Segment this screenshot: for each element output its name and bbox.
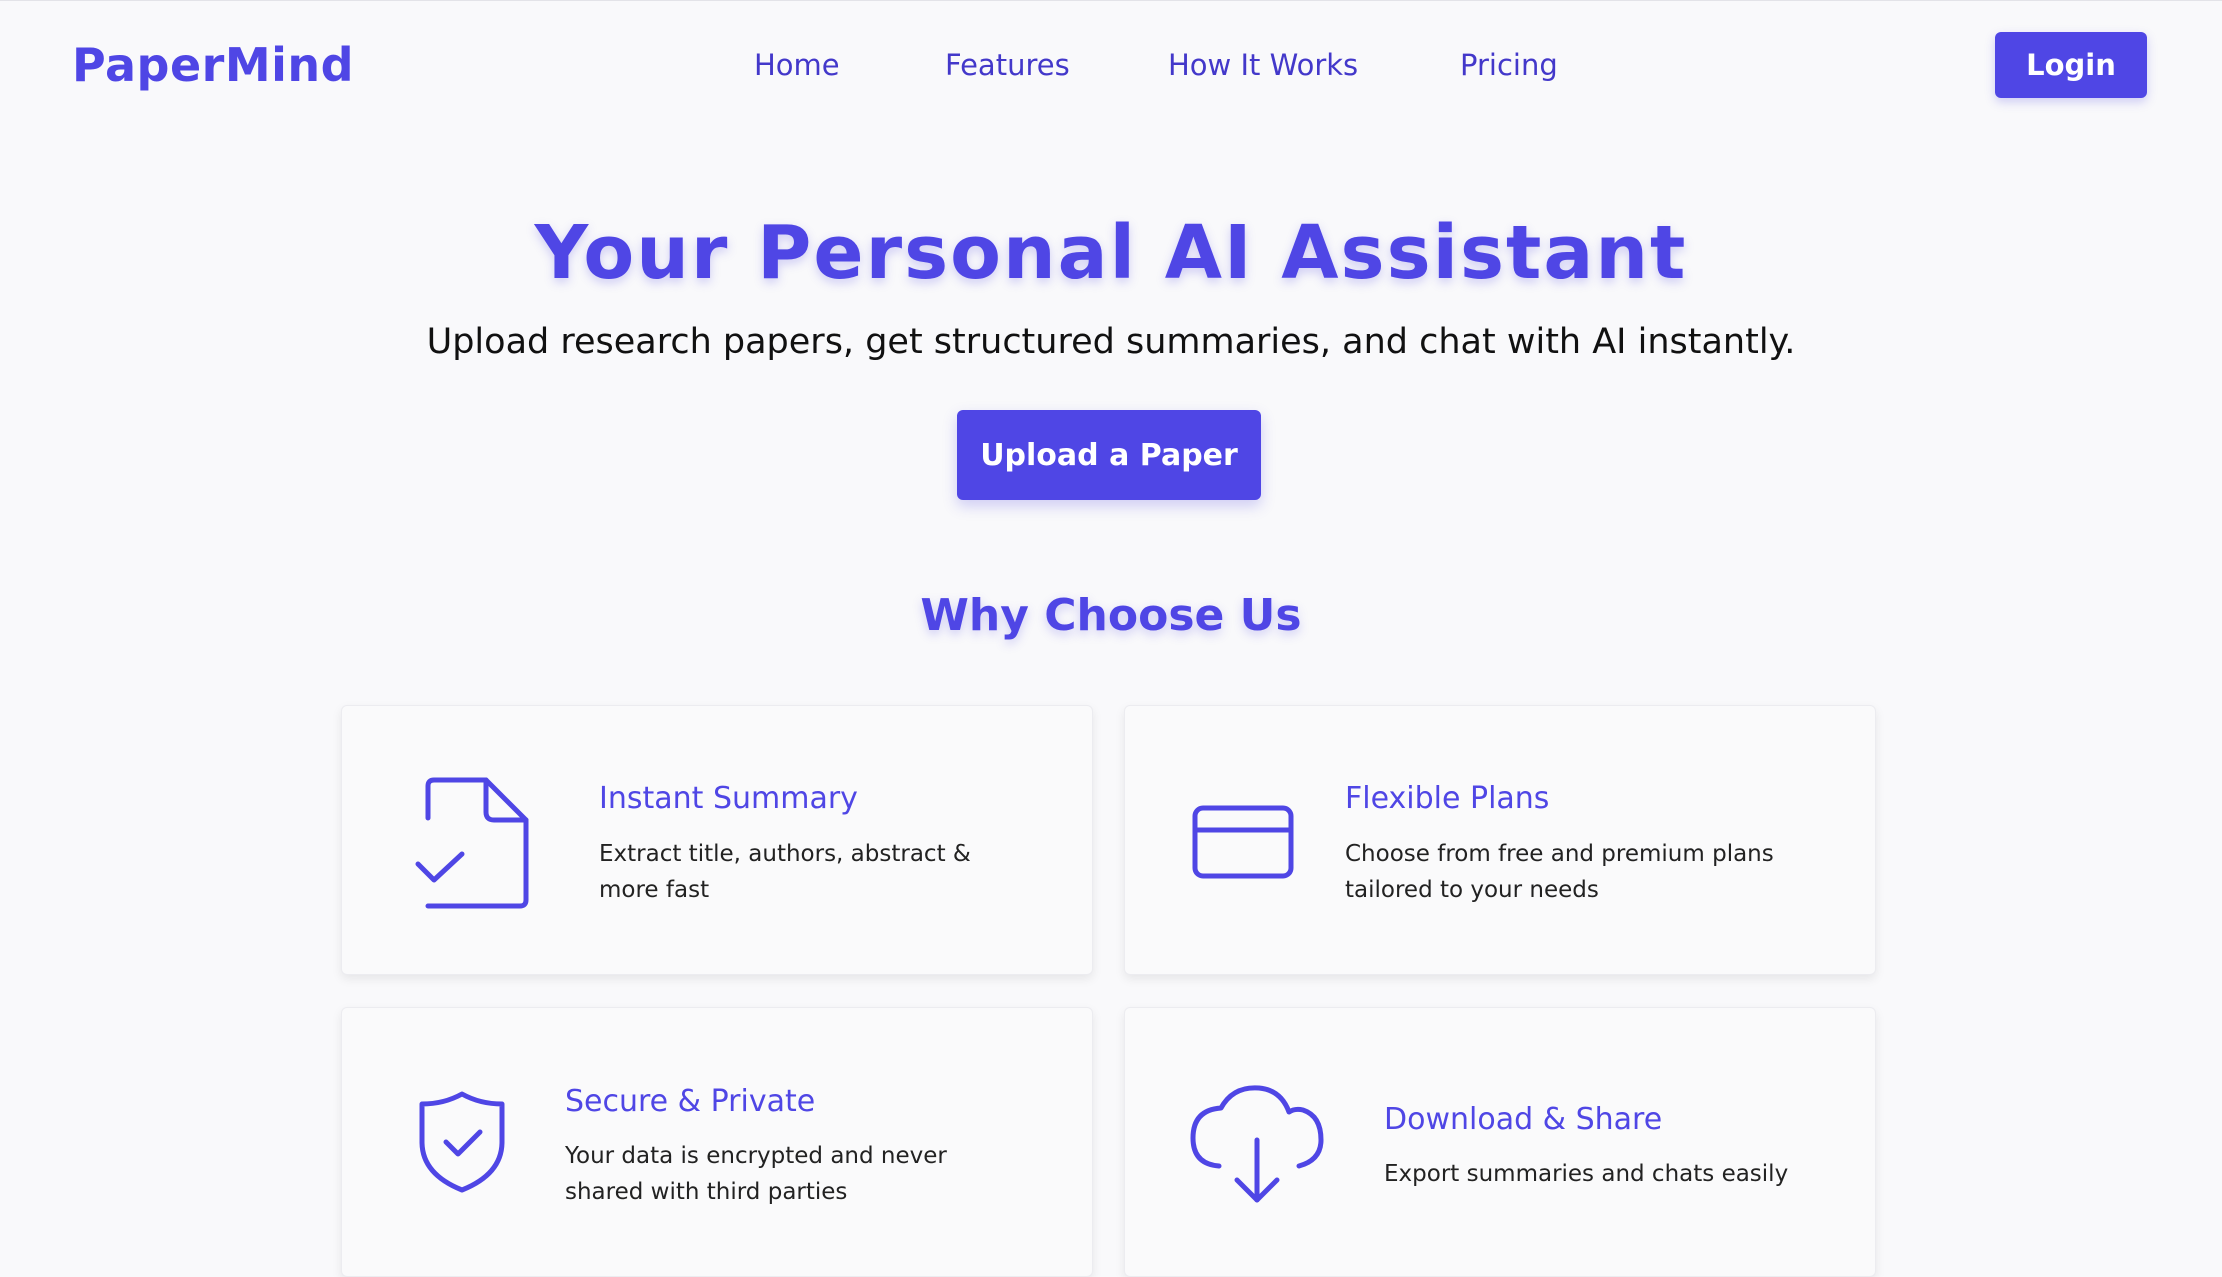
login-button[interactable]: Login <box>1995 32 2147 98</box>
feature-card-description: Your data is encrypted and never shared … <box>565 1143 947 1205</box>
feature-card-title: Download & Share <box>1384 1102 1663 1137</box>
feature-card-download-share: Download & Share Export summaries and ch… <box>1124 1007 1876 1277</box>
feature-card-title: Instant Summary <box>599 781 858 816</box>
feature-card-title: Secure & Private <box>565 1084 816 1119</box>
feature-card-instant-summary: Instant Summary Extract title, authors, … <box>341 705 1093 975</box>
cloud-download-icon <box>1189 1084 1325 1204</box>
main-nav: Home Features How It Works Pricing <box>0 48 2222 88</box>
feature-card-description: Export summaries and chats easily <box>1384 1161 1789 1187</box>
features-heading: Why Choose Us <box>920 590 1302 641</box>
document-check-icon <box>414 776 534 910</box>
hero-title: Your Personal AI Assistant <box>534 210 1688 296</box>
hero-subtitle: Upload research papers, get structured s… <box>426 322 1796 362</box>
feature-card-description: Extract title, authors, abstract & more … <box>599 841 971 903</box>
feature-card-title: Flexible Plans <box>1345 781 1550 816</box>
credit-card-icon <box>1191 804 1295 880</box>
nav-pricing-link[interactable]: Pricing <box>1460 48 1558 82</box>
shield-check-icon <box>418 1090 506 1194</box>
feature-card-flexible-plans: Flexible Plans Choose from free and prem… <box>1124 705 1876 975</box>
nav-features-link[interactable]: Features <box>945 48 1070 82</box>
nav-how-it-works-link[interactable]: How It Works <box>1168 48 1358 82</box>
feature-card-description: Choose from free and premium plans tailo… <box>1345 841 1774 903</box>
nav-home-link[interactable]: Home <box>754 48 840 82</box>
site-header: PaperMind Home Features How It Works Pri… <box>0 0 2222 135</box>
feature-card-secure-private: Secure & Private Your data is encrypted … <box>341 1007 1093 1277</box>
upload-paper-button[interactable]: Upload a Paper <box>957 410 1261 500</box>
